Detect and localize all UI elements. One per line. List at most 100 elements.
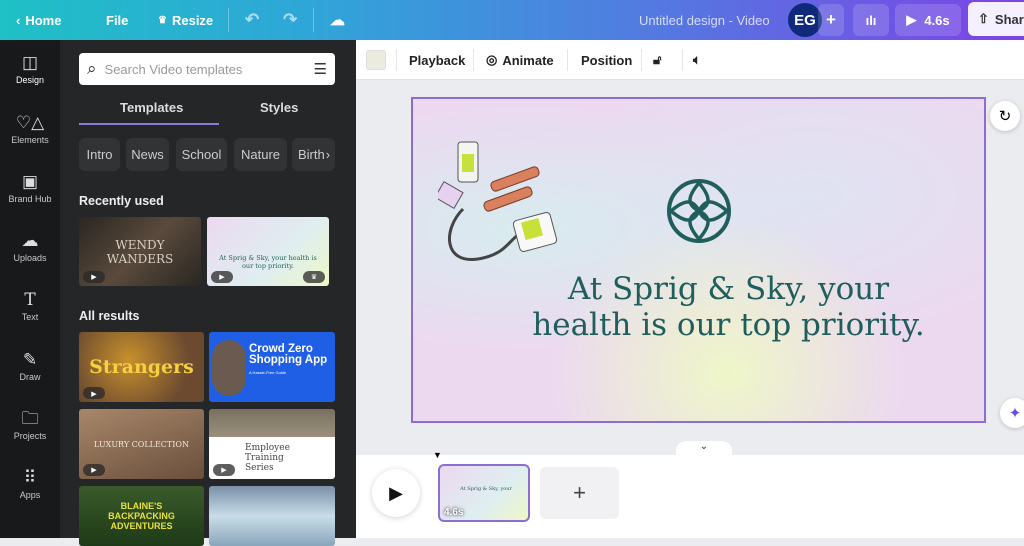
templates-panel: ⌕ Search Video templates ☰ Templates Style…	[60, 40, 356, 546]
template-title: LUXURY COLLECTION	[94, 439, 189, 449]
template-thumb[interactable]	[209, 486, 335, 546]
rail-draw[interactable]: ✎ Draw	[0, 337, 60, 395]
headline-text[interactable]: At Sprig & Sky, your health is our top pr…	[413, 271, 984, 343]
layout-icon: ◫	[21, 52, 39, 72]
timeline-play-button[interactable]: ▶	[372, 469, 420, 517]
file-menu[interactable]: File	[106, 0, 128, 40]
template-thumb[interactable]: Crowd Zero Shopping App A Hassle-Free Gui…	[209, 332, 335, 402]
template-title: Employee Training Series	[245, 443, 290, 473]
rail-apps[interactable]: ⠿ Apps	[0, 455, 60, 513]
all-results-heading: All results	[79, 309, 140, 323]
editor-toolbar: Playback ◎ Animate Position 🔓︎ 🔈︎	[356, 40, 1024, 80]
chip-intro[interactable]: Intro	[79, 138, 120, 171]
rail-label: Apps	[19, 489, 41, 500]
rail-label: Design	[15, 74, 44, 85]
background-color-swatch[interactable]	[366, 50, 386, 70]
recently-used-heading: Recently used	[79, 194, 164, 208]
template-title: At Sprig & Sky, your health is our top p…	[219, 253, 317, 270]
add-page-button[interactable]: +	[540, 467, 619, 519]
filter-icon[interactable]: ☰	[314, 60, 327, 78]
crown-icon: ♛	[303, 271, 325, 283]
avatar[interactable]: EG	[788, 3, 822, 37]
share-label: Share	[994, 11, 1024, 27]
share-button[interactable]: ⇧ Share	[968, 2, 1024, 36]
cloud-upload-icon: ☁	[21, 230, 39, 250]
clip-preview-text: At Sprig & Sky, your	[460, 486, 512, 492]
play-icon: ▶	[213, 464, 235, 476]
active-tab-indicator	[79, 123, 219, 125]
side-rail: ◫ Design ♡△ Elements ▣ Brand Hub ☁ Uploads T…	[0, 40, 60, 538]
chip-birthday[interactable]: Birth ›	[292, 138, 335, 171]
person-photo	[212, 340, 246, 396]
play-icon: ▶	[83, 387, 105, 399]
redo-icon[interactable]: ↷	[283, 0, 297, 40]
undo-icon[interactable]: ↶	[245, 0, 259, 40]
add-comment-icon[interactable]: ↻	[990, 101, 1020, 131]
animate-button[interactable]: ◎ Animate	[486, 40, 554, 80]
resize-button[interactable]: ♛ Resize	[158, 0, 213, 40]
rail-label: Brand Hub	[8, 193, 52, 204]
resize-label: Resize	[171, 12, 214, 28]
template-title: Strangers	[89, 356, 194, 378]
chevron-right-icon[interactable]: ›	[326, 147, 330, 162]
playhead-marker[interactable]: ▼	[433, 450, 442, 460]
pen-icon: ✎	[22, 349, 38, 369]
text-icon: T	[24, 289, 36, 310]
rail-uploads[interactable]: ☁ Uploads	[0, 218, 60, 276]
template-thumb[interactable]: BLAINE'S BACKPACKING ADVENTURES	[79, 486, 204, 546]
sprig-sky-logo	[667, 179, 731, 243]
rail-text[interactable]: T Text	[0, 277, 60, 335]
rail-elements[interactable]: ♡△ Elements	[0, 100, 60, 158]
chip-school[interactable]: School	[176, 138, 227, 171]
animate-label: Animate	[502, 52, 554, 68]
top-bar: ‹ Home File ♛ Resize ↶ ↷ ☁ Untitled design…	[0, 0, 1024, 40]
chip-label: Birth	[298, 147, 325, 162]
chip-news[interactable]: News	[126, 138, 169, 171]
analytics-icon[interactable]: ılı	[853, 4, 889, 36]
animate-icon: ◎	[486, 52, 498, 67]
design-title[interactable]: Untitled design - Video	[639, 0, 770, 40]
template-thumb[interactable]: WENDY WANDERS ▶	[79, 217, 201, 286]
health-illustration	[438, 141, 558, 261]
playback-button[interactable]: Playback	[409, 40, 465, 80]
template-title: BLAINE'S BACKPACKING ADVENTURES	[108, 501, 175, 531]
position-button[interactable]: Position	[581, 40, 632, 80]
volume-icon[interactable]: 🔈︎	[693, 40, 701, 80]
grid-icon: ⠿	[23, 467, 37, 487]
crown-icon: ♛	[158, 14, 167, 26]
template-title: Crowd Zero Shopping App	[249, 343, 328, 366]
template-thumb[interactable]: At Sprig & Sky, your health is our top p…	[207, 217, 329, 286]
present-button[interactable]: ▶ 4.6s	[895, 4, 961, 36]
rail-design[interactable]: ◫ Design	[0, 40, 60, 98]
play-icon: ▶	[211, 271, 233, 283]
template-thumb[interactable]: Strangers ▶	[79, 332, 204, 402]
timeline-collapse-button[interactable]: ⌄	[676, 441, 732, 455]
tab-templates[interactable]: Templates	[120, 100, 183, 115]
template-thumb[interactable]: LUXURY COLLECTION ▶	[79, 409, 204, 479]
play-icon: ▶	[83, 464, 105, 476]
design-page[interactable]: At Sprig & Sky, your health is our top pr…	[411, 97, 986, 423]
rail-label: Draw	[19, 371, 41, 382]
template-subtitle: A Hassle-Free Guide	[249, 370, 287, 375]
magic-sparkle-icon[interactable]: ✦	[1000, 398, 1024, 428]
rail-label: Projects	[13, 430, 47, 441]
share-icon: ⇧	[978, 11, 989, 26]
chevron-left-icon: ‹	[16, 12, 21, 28]
home-label: Home	[25, 12, 62, 28]
rail-brand-hub[interactable]: ▣ Brand Hub	[0, 159, 60, 217]
timeline: ▶ ▼ At Sprig & Sky, your 4.6s +	[356, 450, 1024, 538]
lock-icon[interactable]: 🔓︎	[653, 40, 661, 80]
home-button[interactable]: ‹ Home	[16, 0, 61, 40]
folder-icon: 🗀	[21, 408, 39, 428]
template-thumb[interactable]: Employee Training Series ▶	[209, 409, 335, 479]
cloud-save-icon[interactable]: ☁	[330, 0, 345, 40]
add-collaborator-button[interactable]: +	[818, 4, 844, 36]
rail-projects[interactable]: 🗀 Projects	[0, 396, 60, 454]
search-input[interactable]: ⌕ Search Video templates ☰	[79, 53, 335, 85]
shapes-icon: ♡△	[15, 112, 45, 132]
tab-styles[interactable]: Styles	[260, 100, 298, 115]
chip-nature[interactable]: Nature	[234, 138, 287, 171]
rail-label: Uploads	[13, 252, 47, 263]
rail-label: Elements	[11, 134, 49, 145]
timeline-clip[interactable]: At Sprig & Sky, your 4.6s	[438, 464, 530, 522]
